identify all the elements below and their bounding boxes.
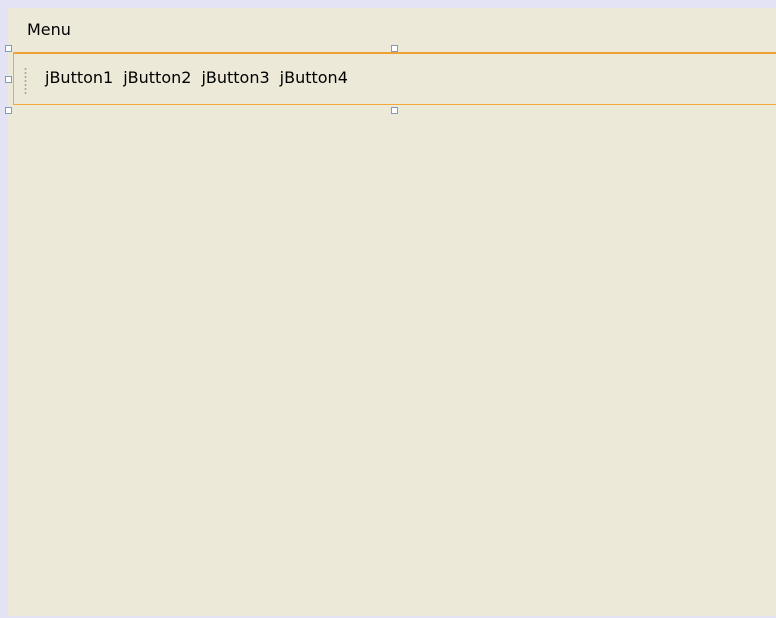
resize-handle-bottom-center[interactable] xyxy=(391,107,398,114)
toolbar-button-1[interactable]: jButton1 xyxy=(45,68,117,88)
toolbar-button-2[interactable]: jButton2 xyxy=(119,68,195,88)
menu-item-menu[interactable]: Menu xyxy=(27,20,71,40)
resize-handle-bottom-left[interactable] xyxy=(5,107,12,114)
toolbar-button-group: jButton1 jButton2 jButton3 jButton4 xyxy=(45,68,354,88)
toolbar-button-4[interactable]: jButton4 xyxy=(276,68,352,88)
resize-handle-middle-left[interactable] xyxy=(5,76,12,83)
form-panel[interactable]: Menu jButton1 jButton2 jButton3 jButton4 xyxy=(8,8,776,616)
toolbar[interactable]: jButton1 jButton2 jButton3 jButton4 xyxy=(13,52,776,105)
toolbar-button-3[interactable]: jButton3 xyxy=(197,68,273,88)
toolbar-grip-handle[interactable] xyxy=(24,67,27,95)
resize-handle-top-left[interactable] xyxy=(5,45,12,52)
design-canvas: Menu jButton1 jButton2 jButton3 jButton4 xyxy=(0,0,776,618)
resize-handle-top-center[interactable] xyxy=(391,45,398,52)
